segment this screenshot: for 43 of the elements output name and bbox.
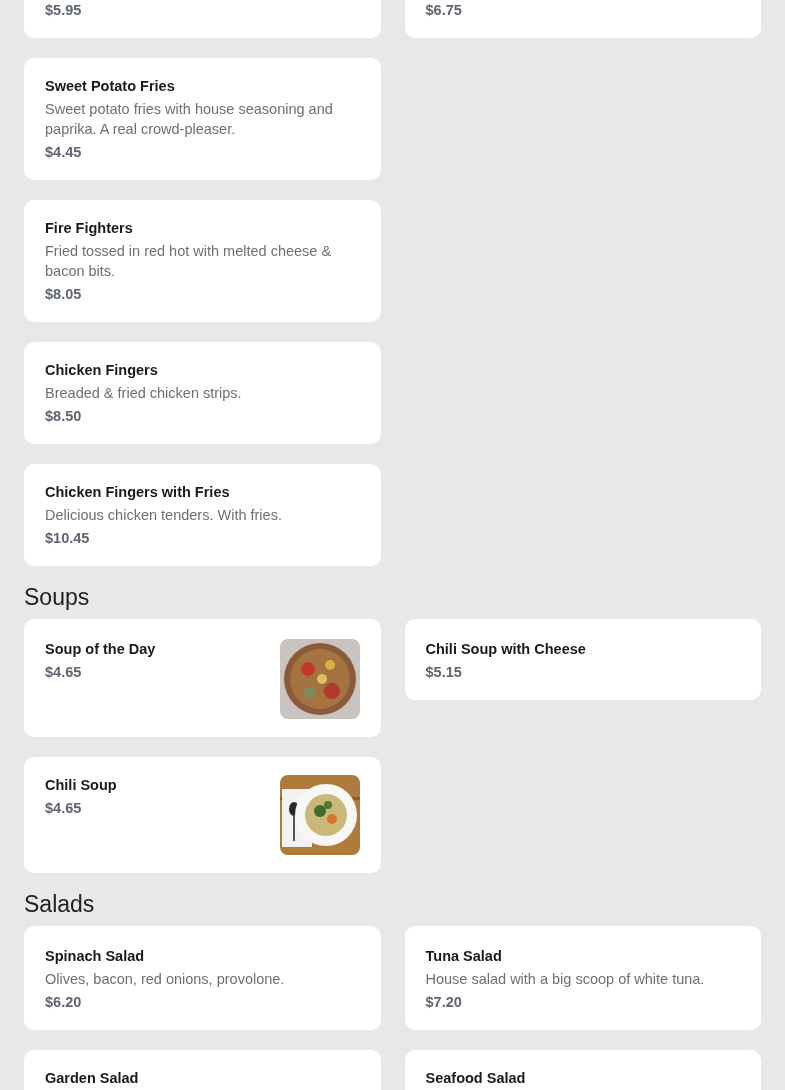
menu-item-card[interactable]: Chili Soup $4.65 (24, 757, 381, 873)
item-price: $8.05 (45, 285, 83, 304)
item-name: Chili Soup with Cheese (425, 640, 587, 659)
item-price: $4.65 (45, 799, 83, 818)
item-description: Fried tossed in red hot with melted cheese & bacon bits. (45, 242, 333, 281)
menu-item-card[interactable]: Garden Salad (24, 1050, 381, 1090)
menu-item-card[interactable]: Chili Soup with Cheese $5.15 (404, 619, 761, 700)
item-name: Sweet Potato Fries (45, 77, 176, 96)
item-name: Chicken Fingers with Fries (45, 483, 231, 502)
item-description: Sweet potato fries with house seasoning and paprika. A real crowd-pleaser. (45, 100, 334, 139)
item-price: $10.45 (45, 529, 91, 548)
menu-item-card[interactable]: Chicken Fingers Breaded & fried chicken strips. $8.50 (24, 342, 381, 444)
menu-item-card[interactable]: $6.75 (404, 0, 761, 38)
item-price: $4.45 (45, 143, 83, 162)
item-name: Seafood Salad (425, 1069, 527, 1088)
item-name: Chili Soup (45, 776, 118, 795)
menu-item-card[interactable]: Sweet Potato Fries Sweet potato fries with house seasoning and paprika. A real crowd-pleaser. $4.45 (24, 58, 381, 180)
item-name: Soup of the Day (45, 640, 157, 659)
menu-item-card[interactable]: $5.95 (24, 0, 381, 38)
item-price: $6.20 (45, 993, 83, 1012)
menu-item-card[interactable]: Chicken Fingers with Fries Delicious chicken tenders. With fries. $10.45 (24, 464, 381, 566)
menu-item-card[interactable]: Fire Fighters Fried tossed in red hot with melted cheese & bacon bits. $8.05 (24, 200, 381, 322)
item-name: Chicken Fingers (45, 361, 159, 380)
item-price: $8.50 (45, 407, 83, 426)
item-price: $7.20 (425, 993, 463, 1012)
section-heading: Salads (24, 890, 96, 918)
item-description: Breaded & fried chicken strips. (45, 384, 243, 403)
menu-item-card[interactable]: Soup of the Day $4.65 (24, 619, 381, 737)
item-name: Tuna Salad (425, 947, 503, 966)
item-price: $5.95 (45, 1, 83, 20)
item-price: $5.15 (425, 663, 463, 682)
item-name: Spinach Salad (45, 947, 146, 966)
item-description: Olives, bacon, red onions, provolone. (45, 970, 286, 989)
menu-item-card[interactable]: Tuna Salad House salad with a big scoop of white tuna. $7.20 (404, 926, 761, 1030)
item-description: Delicious chicken tenders. With fries. (45, 506, 283, 525)
item-description: House salad with a big scoop of white tuna. (425, 970, 706, 989)
item-price: $6.75 (425, 1, 463, 20)
item-price: $4.65 (45, 663, 83, 682)
menu-item-card[interactable]: Seafood Salad (404, 1050, 761, 1090)
item-name: Garden Salad (45, 1069, 140, 1088)
section-heading: Soups (24, 583, 91, 611)
menu-item-card[interactable]: Spinach Salad Olives, bacon, red onions, provolone. $6.20 (24, 926, 381, 1030)
item-name: Fire Fighters (45, 219, 134, 238)
